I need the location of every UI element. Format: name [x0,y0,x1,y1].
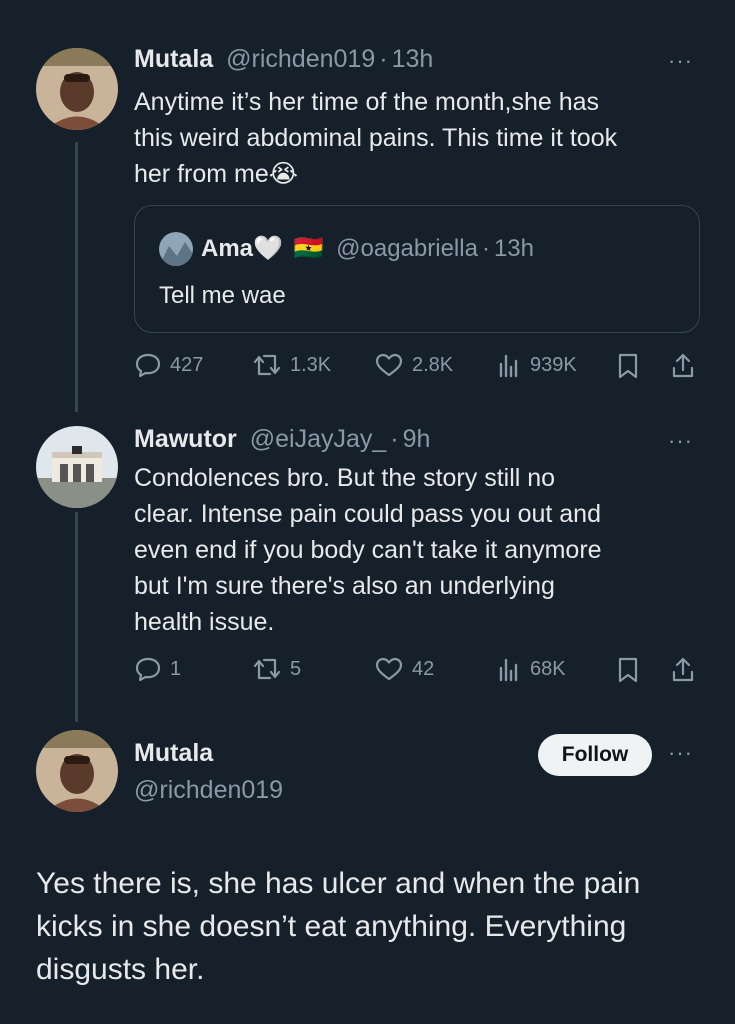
quoted-author-handle: @oagabriella [336,235,478,262]
quoted-timestamp: 13h [493,235,534,262]
author-name[interactable]: Mutala [134,45,213,73]
author-name[interactable]: Mawutor [134,425,237,453]
main-author-name[interactable]: Mutala [134,739,213,768]
views-count: 939K [530,353,577,376]
quoted-tweet-card[interactable]: Ama🤍 🇬🇭 @oagabriella · 13h Tell me wae [134,205,700,333]
tweet-text-line: Condolences bro. But the story still no [134,464,556,492]
main-author-handle[interactable]: @richden019 [134,776,283,805]
reply-count: 1 [170,657,182,680]
tweet-text: Anytime it’s her time of the month,she h… [134,84,714,192]
reply-icon [135,657,161,682]
separator-dot: · [379,45,388,73]
reply-icon [135,353,161,378]
like-count: 42 [412,657,435,680]
reply-button[interactable]: 1 [134,656,181,682]
views-button[interactable]: 68K [496,656,566,682]
tweet-text-line: Yes there is, she has ulcer and when the… [36,867,641,900]
tweet-text-line: kicks in she doesn’t eat anything. Every… [36,910,627,943]
quoted-tweet-text: Tell me wae [159,282,286,309]
tweet-text-line: clear. Intense pain could pass you out a… [134,500,601,528]
tweet-text-line: this weird abdominal pains. This time it… [134,124,618,152]
repost-button[interactable]: 5 [252,656,301,682]
tweet-text: Condolences bro. But the story still no … [134,460,714,640]
author-handle[interactable]: @richden019 [226,45,375,73]
thread-line [75,512,78,722]
author-handle[interactable]: @eiJayJay_ [250,425,387,453]
main-tweet-text: Yes there is, she has ulcer and when the… [36,862,716,991]
share-button[interactable] [670,352,696,380]
like-icon [375,353,403,377]
bookmark-button[interactable] [616,656,640,684]
like-button[interactable]: 42 [374,656,434,682]
bookmark-icon [618,657,638,683]
like-count: 2.8K [412,353,454,376]
repost-button[interactable]: 1.3K [252,352,331,378]
repost-icon [253,658,281,680]
tweet-text-line: disgusts her. [36,953,205,986]
separator-dot: · [390,425,399,453]
quoted-tweet-header: Ama🤍 🇬🇭 @oagabriella · 13h [201,234,534,263]
share-icon [672,657,694,682]
views-icon [499,658,518,682]
avatar-ama [159,232,193,266]
repost-count: 1.3K [290,353,332,376]
avatar-mawutor[interactable] [36,426,118,508]
avatar-mutala[interactable] [36,730,118,812]
tweet-text-line: Anytime it’s her time of the month,she h… [134,88,600,116]
share-button[interactable] [670,656,696,684]
reply-count: 427 [170,353,204,376]
repost-icon [253,354,281,376]
like-button[interactable]: 2.8K [374,352,453,378]
tweet-text-line: but I'm sure there's also an underlying [134,572,555,600]
tweet-text-line: even end if you body can't take it anymo… [134,536,602,564]
author-name[interactable]: Mutala [134,739,213,767]
quoted-author-name: Ama🤍 [201,235,283,262]
tweet-header: Mutala @richden019 · 13h [134,45,433,74]
ghana-flag-icon: 🇬🇭 [293,235,324,262]
bookmark-button[interactable] [616,352,640,380]
views-count: 68K [530,657,566,680]
timestamp[interactable]: 13h [392,45,434,73]
more-icon[interactable]: ··· [668,48,693,74]
share-icon [672,353,694,378]
tweet-actions: 427 1.3K 2.8K 939K [134,348,698,382]
reply-button[interactable]: 427 [134,352,203,378]
repost-count: 5 [290,657,302,680]
views-icon [499,354,518,378]
tweet-actions: 1 5 42 68K [134,652,698,686]
bookmark-icon [618,353,638,379]
timestamp[interactable]: 9h [403,425,431,453]
separator-dot: · [481,235,490,262]
more-icon[interactable]: ··· [668,740,693,766]
avatar-mutala[interactable] [36,48,118,130]
tweet-text-line: her from me😭 [134,160,298,188]
tweet-header: Mawutor @eiJayJay_ · 9h [134,425,430,454]
thread-line [75,142,78,412]
like-icon [375,657,403,681]
tweet-text-line: health issue. [134,608,275,636]
views-button[interactable]: 939K [496,352,577,378]
follow-button[interactable]: Follow [538,734,652,776]
more-icon[interactable]: ··· [668,428,693,454]
